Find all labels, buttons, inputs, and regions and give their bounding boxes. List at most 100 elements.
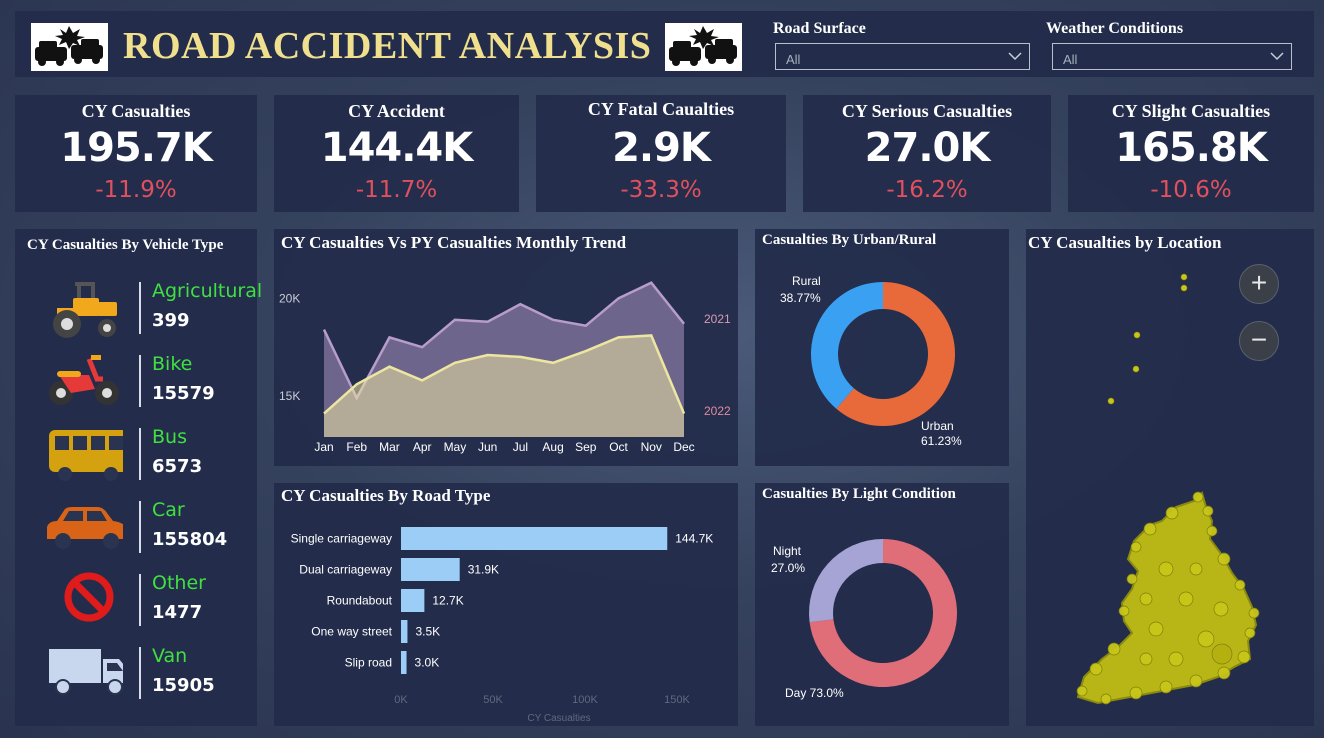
vehicle-value: 155804 — [152, 529, 228, 550]
car-icon — [47, 507, 123, 549]
value-label: 3.5K — [415, 625, 440, 639]
location-map-panel[interactable]: CY Casualties by Location + − — [1026, 229, 1314, 726]
light-condition-donut[interactable]: Night 27.0% Day 73.0% — [755, 483, 1009, 726]
van-icon — [49, 649, 123, 695]
bar — [401, 527, 668, 550]
bus-icon — [49, 430, 123, 481]
kpi-title: CY Serious Casualties — [841, 101, 1013, 121]
x-tick-label: Nov — [641, 440, 662, 454]
monthly-trend-chart[interactable]: 15K 20K 2021 2022 Jan Feb Mar Apr May Jun Jul Aug Se… — [274, 229, 738, 466]
x-tick-label: Sep — [575, 440, 597, 454]
x-tick-label: Mar — [379, 440, 400, 454]
page-title: ROAD ACCIDENT ANALYSIS — [123, 25, 652, 67]
vehicle-row-bus: Bus 6573 — [15, 422, 255, 492]
vehicle-name: Bus — [152, 426, 187, 448]
kpi-title: CY Fatal Caualties — [587, 99, 735, 119]
kpi-title: CY Accident — [348, 101, 445, 121]
vehicle-value: 399 — [152, 310, 190, 331]
kpi-card-fatal: CY Fatal Caualties 2.9K -33.3% — [536, 95, 786, 212]
series-label: 2022 — [704, 404, 731, 418]
kpi-delta: -11.7% — [355, 177, 438, 203]
road-surface-dropdown[interactable]: All — [775, 43, 1030, 70]
x-tick-label: Feb — [346, 440, 367, 454]
x-axis-title: CY Casualties — [527, 713, 590, 724]
slice-night — [809, 539, 883, 623]
kpi-value: 195.7K — [60, 125, 213, 171]
vehicle-row-other: Other 1477 — [15, 568, 255, 638]
kpi-card-casualties: CY Casualties 195.7K -11.9% — [15, 95, 257, 212]
value-label: 3.0K — [415, 656, 440, 670]
vehicle-row-agricultural: Agricultural 399 — [15, 276, 262, 346]
x-tick-label: 100K — [572, 694, 598, 706]
category-label: Dual carriageway — [299, 563, 392, 577]
vehicle-row-car: Car 155804 — [15, 495, 255, 565]
separator — [139, 355, 141, 407]
separator — [139, 428, 141, 480]
x-tick-label: 150K — [664, 694, 690, 706]
category-label: Single carriageway — [291, 532, 392, 546]
vehicle-name: Other — [152, 572, 206, 594]
urban-rural-donut[interactable]: Rural 38.77% Urban61.23% — [755, 229, 1009, 466]
series-label: 2021 — [704, 312, 731, 326]
bar — [401, 589, 425, 612]
slice-value-label: Day 73.0% — [785, 686, 844, 700]
kpi-card-serious: CY Serious Casualties 27.0K -16.2% — [803, 95, 1051, 212]
road-type-chart[interactable]: Single carriageway 144.7K Dual carriageway… — [274, 483, 738, 726]
kpi-title: CY Slight Casualties — [1111, 101, 1271, 121]
x-tick-label: Dec — [673, 440, 694, 454]
crash-logo-right — [665, 23, 742, 71]
value-label: 31.9K — [468, 563, 499, 577]
x-tick-label: Apr — [413, 440, 432, 454]
separator — [139, 282, 141, 334]
vehicle-value: 15579 — [152, 383, 215, 404]
y-tick-label: 15K — [279, 389, 300, 403]
x-tick-label: Jan — [314, 440, 333, 454]
x-tick-label: 0K — [394, 694, 408, 706]
kpi-delta: -10.6% — [1150, 177, 1232, 203]
slice-value-label: 61.23% — [921, 434, 962, 448]
vehicle-name: Agricultural — [152, 280, 263, 302]
slice-name-label: Urban — [921, 419, 954, 433]
value-label: 144.7K — [675, 532, 713, 546]
weather-value: All — [1063, 52, 1078, 67]
kpi-delta: -16.2% — [886, 177, 968, 203]
vehicle-type-panel: CY Casualties By Vehicle Type Agricultur… — [15, 229, 262, 726]
kpi-delta: -11.9% — [95, 177, 177, 203]
category-label: Slip road — [345, 656, 392, 670]
vehicle-row-van: Van 15905 — [15, 641, 255, 711]
chevron-down-icon — [1270, 52, 1284, 61]
vehicle-value: 15905 — [152, 675, 215, 696]
kpi-value: 165.8K — [1115, 125, 1268, 171]
bar — [401, 620, 408, 643]
kpi-card-slight: CY Slight Casualties 165.8K -10.6% — [1068, 95, 1314, 212]
slice-rural — [811, 282, 883, 409]
weather-dropdown[interactable]: All — [1052, 43, 1292, 70]
panel-title: CY Casualties By Vehicle Type — [27, 237, 224, 253]
monthly-trend-panel: CY Casualties Vs PY Casualties Monthly T… — [274, 229, 738, 466]
slice-name-label: Night — [773, 544, 802, 558]
vehicle-name: Bike — [152, 353, 193, 375]
separator — [139, 574, 141, 626]
kpi-value: 144.4K — [320, 125, 474, 171]
kpi-card-accident: CY Accident 144.4K -11.7% — [274, 95, 519, 212]
location-map[interactable] — [1026, 229, 1314, 726]
crash-logo-left — [31, 23, 108, 71]
prohibited-icon — [64, 572, 114, 622]
weather-label: Weather Conditions — [1046, 20, 1184, 37]
x-tick-label: Jun — [478, 440, 497, 454]
motorbike-icon — [49, 355, 119, 405]
bar — [401, 651, 407, 674]
light-condition-panel: Casualties By Light Condition Night 27.0%… — [755, 483, 1009, 726]
category-label: One way street — [311, 625, 392, 639]
road-surface-label: Road Surface — [773, 20, 866, 37]
x-tick-label: Oct — [609, 440, 628, 454]
road-surface-value: All — [786, 52, 801, 67]
y-tick-label: 20K — [279, 291, 300, 305]
urban-rural-panel: Casualties By Urban/Rural Rural 38.77% Urb… — [755, 229, 1009, 466]
x-tick-label: 50K — [483, 694, 503, 706]
vehicle-value: 1477 — [152, 602, 203, 623]
value-label: 12.7K — [432, 594, 463, 608]
x-tick-label: Aug — [542, 440, 563, 454]
category-label: Roundabout — [327, 594, 393, 608]
kpi-value: 27.0K — [864, 125, 991, 171]
